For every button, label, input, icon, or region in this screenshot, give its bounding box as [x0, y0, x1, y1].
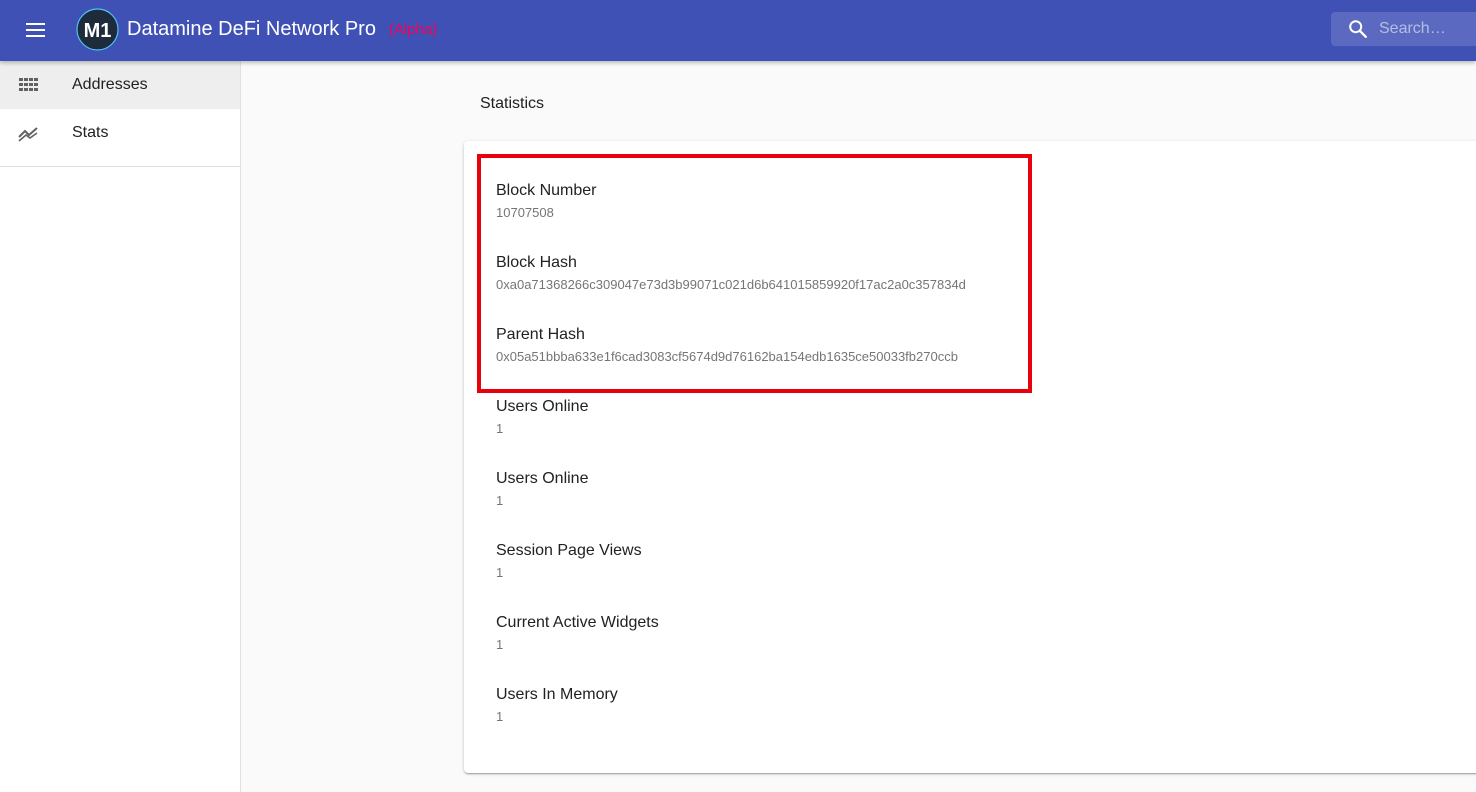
- stat-value: 1: [496, 637, 504, 652]
- stat-value: 10707508: [496, 205, 554, 220]
- alpha-badge: (Alpha): [389, 21, 438, 38]
- stat-value: 0xa0a71368266c309047e73d3b99071c021d6b64…: [496, 277, 966, 292]
- stat-label: Users Online: [496, 398, 589, 415]
- stat-value: 1: [496, 565, 504, 580]
- search-input[interactable]: [1379, 17, 1474, 41]
- app-bar: M1 Datamine DeFi Network Pro (Alpha): [0, 0, 1476, 61]
- stat-label: Block Hash: [496, 254, 577, 271]
- grid-icon: [19, 78, 38, 91]
- stat-value: 1: [496, 709, 504, 724]
- statistics-card: Block Number 10707508 Block Hash 0xa0a71…: [464, 141, 1476, 773]
- stat-value: 1: [496, 493, 504, 508]
- stat-label: Parent Hash: [496, 326, 585, 343]
- page-title: Statistics: [480, 95, 545, 112]
- stat-item-block-number: Block Number 10707508: [496, 181, 596, 221]
- stat-value: 0x05a51bbba633e1f6cad3083cf5674d9d76162b…: [496, 349, 958, 364]
- sidebar-divider: [0, 166, 240, 167]
- stat-item-current-active-widgets: Current Active Widgets 1: [496, 613, 659, 653]
- stat-item-users-online-2: Users Online 1: [496, 469, 588, 509]
- stat-value: 1: [496, 421, 504, 436]
- sidebar-item-label: Stats: [72, 124, 109, 141]
- stat-item-session-page-views: Session Page Views 1: [496, 541, 642, 581]
- stat-label: Users Online: [496, 470, 589, 487]
- search-box[interactable]: [1331, 12, 1476, 46]
- sidebar-item-stats[interactable]: Stats: [0, 109, 240, 157]
- sidebar-item-addresses[interactable]: Addresses: [0, 61, 240, 109]
- stat-item-block-hash: Block Hash 0xa0a71368266c309047e73d3b990…: [496, 253, 966, 293]
- search-icon: [1349, 20, 1367, 38]
- menu-button[interactable]: [18, 12, 54, 48]
- stat-item-parent-hash: Parent Hash 0x05a51bbba633e1f6cad3083cf5…: [496, 325, 958, 365]
- hamburger-menu-icon: [26, 23, 45, 37]
- datamine-logo: M1: [76, 8, 119, 51]
- stat-label: Session Page Views: [496, 542, 642, 559]
- svg-text:M1: M1: [84, 20, 112, 42]
- stat-item-users-in-memory: Users In Memory 1: [496, 685, 618, 725]
- sidebar: Addresses Stats: [0, 61, 241, 792]
- trending-icon: [18, 127, 38, 142]
- stat-item-users-online: Users Online 1: [496, 397, 588, 437]
- stat-label: Block Number: [496, 182, 597, 199]
- sidebar-item-label: Addresses: [72, 76, 148, 93]
- stat-label: Current Active Widgets: [496, 614, 659, 631]
- stat-label: Users In Memory: [496, 686, 618, 703]
- app-title: Datamine DeFi Network Pro: [127, 18, 376, 40]
